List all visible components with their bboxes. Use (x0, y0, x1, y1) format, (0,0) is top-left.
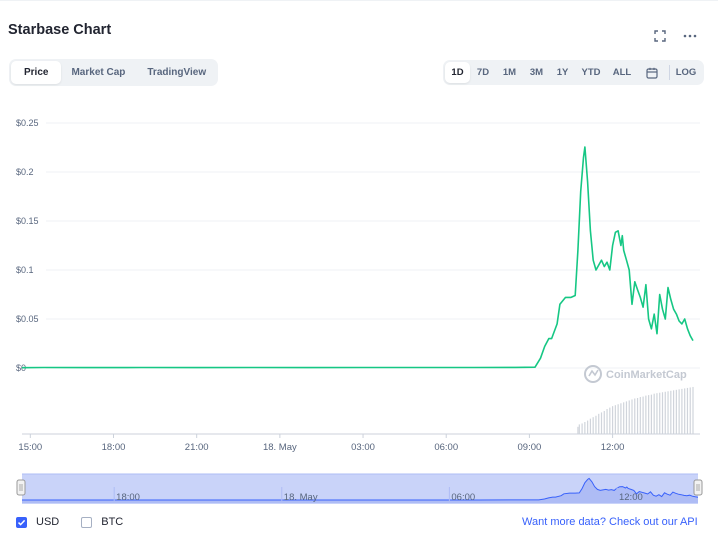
volume-bar (617, 404, 619, 434)
y-tick-label: $0.15 (16, 216, 39, 226)
volume-bar (639, 397, 641, 434)
volume-bar (609, 407, 611, 434)
legend-usd[interactable]: USD (16, 516, 59, 528)
volume-bar (600, 412, 603, 434)
x-tick-label: 09:00 (518, 442, 542, 453)
x-axis-labels: 15:00 18:00 21:00 18. May 03:00 06:00 09:00 12:… (18, 434, 624, 453)
volume-bar (625, 401, 628, 434)
y-tick-label: $0.05 (16, 314, 39, 324)
api-promo-text: Want more data? (522, 516, 606, 528)
volume-bar (684, 388, 686, 434)
volume-bar (642, 396, 644, 434)
price-chart: $0.25$0.2$0.15$0.1$0.05$0 15:00 18:00 21:0… (16, 118, 703, 504)
volume-bar (592, 417, 594, 434)
volume-bar (686, 387, 689, 434)
x-tick-label: 03:00 (351, 442, 375, 453)
volume-bar (681, 388, 683, 434)
y-axis-labels: $0.25$0.2$0.15$0.1$0.05$0 (16, 118, 39, 373)
volume-bar (606, 409, 608, 434)
navigator-handle-right[interactable] (693, 479, 703, 496)
volume-bar (664, 391, 666, 434)
volume-bar (631, 399, 633, 434)
volume-bar (645, 395, 647, 434)
y-tick-label: $0.25 (16, 118, 39, 128)
api-promo: Want more data? Check out our API (522, 516, 698, 528)
legend: USD BTC (16, 516, 123, 528)
navigator-tick-label: 18:00 (116, 492, 140, 503)
x-tick-label: 18:00 (102, 442, 126, 453)
navigator-tick-label: 18. May (284, 492, 318, 503)
legend-btc-label: BTC (101, 516, 124, 528)
volume-bar (584, 422, 586, 434)
volume-bar (678, 389, 680, 434)
price-series-line (21, 146, 694, 369)
volume-bar (578, 424, 580, 434)
volume-bar (661, 392, 664, 434)
checkbox-checked-icon[interactable] (16, 516, 27, 528)
volume-bar (598, 413, 600, 434)
volume-bar (648, 395, 650, 434)
volume-bar (692, 386, 694, 434)
volume-bar (589, 418, 592, 434)
x-tick-label: 18. May (263, 442, 297, 453)
api-link[interactable]: Check out our API (609, 516, 698, 528)
volume-bar (581, 423, 583, 434)
volume-bar (659, 392, 661, 434)
volume-bar (667, 391, 669, 434)
navigator-handle-left[interactable] (16, 479, 26, 496)
volume-bar (614, 405, 616, 434)
volume-bar (675, 389, 677, 434)
x-tick-label: 15:00 (18, 442, 42, 453)
volume-bar (587, 420, 589, 434)
grid-lines (46, 122, 700, 369)
volume-bar (672, 390, 675, 434)
volume-bar (656, 393, 658, 434)
navigator-tick-label: 12:00 (619, 492, 643, 503)
volume-bar (634, 398, 636, 434)
watermark-text: CoinMarketCap (606, 369, 687, 381)
volume-bar (636, 398, 639, 434)
volume-bar (611, 406, 614, 434)
legend-usd-label: USD (36, 516, 60, 528)
volume-bar (689, 387, 691, 434)
volume-bar (670, 390, 672, 434)
volume-bar (653, 393, 655, 434)
volume-bar (623, 402, 625, 434)
x-tick-label: 21:00 (185, 442, 209, 453)
volume-bar (650, 394, 653, 434)
volume-bar (628, 400, 630, 434)
x-tick-label: 06:00 (434, 442, 458, 453)
navigator-tick-label: 06:00 (451, 492, 475, 503)
volume-bar (620, 403, 622, 434)
volume-bar (595, 415, 597, 434)
volume-bars (577, 386, 694, 434)
volume-bar (603, 410, 605, 434)
checkbox-unchecked-icon[interactable] (81, 516, 93, 528)
legend-btc[interactable]: BTC (81, 516, 123, 528)
navigator[interactable]: 18:00 18. May 06:00 12:00 (16, 473, 703, 504)
volume-bar (577, 426, 579, 434)
y-tick-label: $0.1 (16, 265, 34, 275)
y-tick-label: $0.2 (16, 167, 34, 177)
x-tick-label: 12:00 (601, 442, 625, 453)
